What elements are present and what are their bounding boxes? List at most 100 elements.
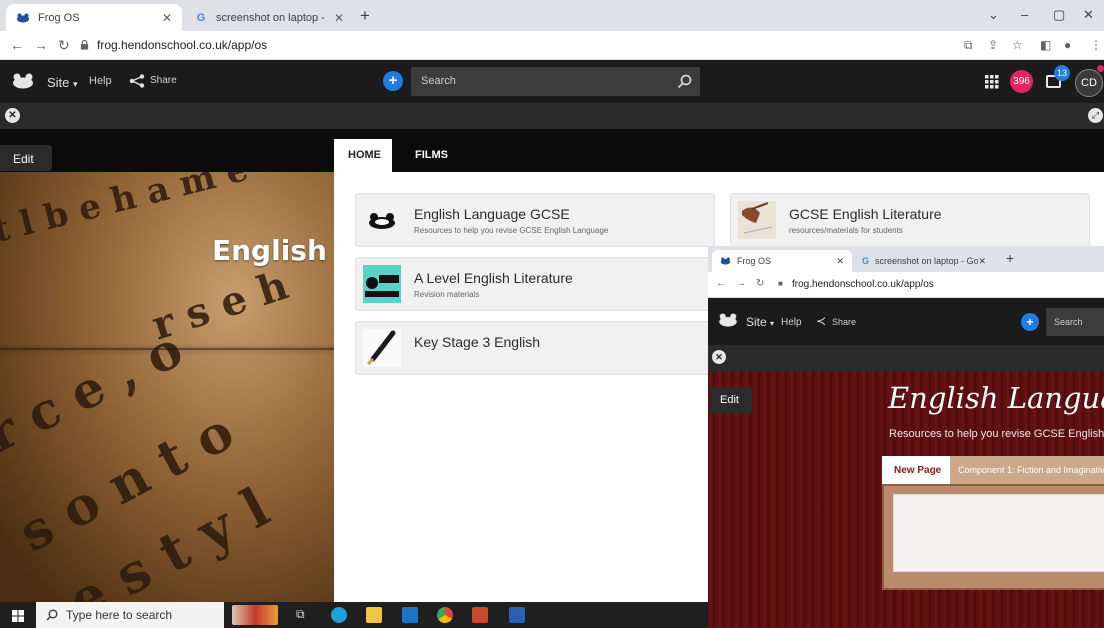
- messages-badge[interactable]: 13: [1054, 65, 1070, 81]
- card-title: Key Stage 3 English: [414, 334, 541, 350]
- install-app-icon[interactable]: ⧉: [964, 38, 973, 53]
- card-subtitle: resources/materials for students: [789, 226, 903, 235]
- site-menu[interactable]: Site ▾: [47, 75, 78, 90]
- overlay-toolbar: ← → ↻ ■ frog.hendonschool.co.uk/app/os: [708, 272, 1104, 298]
- taskbar-search-highlight-icon[interactable]: [232, 605, 278, 625]
- browser-toolbar: ← → ↻ frog.hendonschool.co.uk/app/os ⧉ ⇪…: [0, 31, 1104, 60]
- reload-icon[interactable]: ↻: [756, 278, 764, 289]
- frog-logo-icon[interactable]: [718, 313, 738, 327]
- frog-search-box[interactable]: [411, 67, 700, 96]
- side-panel-icon[interactable]: ◧: [1040, 38, 1051, 52]
- close-icon[interactable]: ✕: [712, 350, 726, 364]
- site-menu-label: Site: [47, 75, 70, 90]
- file-explorer-icon[interactable]: [366, 607, 382, 623]
- site-menu-label: Site: [746, 315, 767, 329]
- overlay-tab-frog-os[interactable]: Frog OS ✕: [712, 250, 852, 272]
- notifications-badge[interactable]: 396: [1010, 70, 1033, 93]
- overlay-tab-google[interactable]: G screenshot on laptop - Google ✕: [854, 250, 994, 272]
- windows-start-icon[interactable]: [12, 610, 24, 622]
- overlay-help-link[interactable]: Help: [781, 317, 802, 328]
- share-icon[interactable]: [129, 74, 145, 88]
- frog-favicon-icon: [720, 257, 731, 265]
- tab-home[interactable]: HOME: [334, 139, 392, 172]
- card-a-level-english-literature[interactable]: A Level English Literature Revision mate…: [355, 257, 715, 311]
- screen: Frog OS ✕ G screenshot on laptop - Googl…: [0, 0, 1104, 628]
- overlay-share-link[interactable]: Share: [832, 317, 856, 327]
- close-window-button[interactable]: ✕: [1083, 7, 1094, 23]
- chrome-icon[interactable]: [437, 607, 453, 623]
- overlay-tab-label: screenshot on laptop - Google: [875, 256, 979, 266]
- back-arrow-icon[interactable]: ←: [716, 278, 726, 289]
- taskbar-search-input[interactable]: [66, 608, 216, 622]
- close-tab-icon[interactable]: ✕: [162, 11, 172, 25]
- chevron-down-icon: ▾: [73, 79, 78, 89]
- card-gcse-english-literature[interactable]: GCSE English Literature resources/materi…: [730, 193, 1090, 247]
- card-title: GCSE English Literature: [789, 206, 942, 222]
- edit-button[interactable]: Edit: [0, 145, 52, 171]
- menu-dots-icon[interactable]: ⋮: [1090, 38, 1102, 52]
- apps-grid-icon[interactable]: [985, 75, 999, 89]
- maximize-button[interactable]: ▢: [1053, 7, 1065, 23]
- search-icon: [46, 609, 58, 621]
- overlay-search-placeholder: Search: [1054, 317, 1083, 327]
- card-subtitle: Resources to help you revise GCSE Englis…: [414, 226, 609, 235]
- browser-tab-frog-os[interactable]: Frog OS ✕: [6, 4, 182, 31]
- expand-icon[interactable]: ⤢: [1088, 108, 1103, 123]
- forward-arrow-icon[interactable]: →: [34, 37, 48, 53]
- reload-icon[interactable]: ↻: [58, 37, 70, 54]
- avatar-status-dot: [1097, 65, 1104, 72]
- profile-icon[interactable]: ●: [1064, 38, 1071, 52]
- taskbar-search[interactable]: [36, 602, 224, 628]
- tab-search-chevron-icon[interactable]: ⌄: [988, 7, 999, 23]
- forward-arrow-icon[interactable]: →: [736, 278, 746, 289]
- tab-films[interactable]: FILMS: [401, 139, 459, 172]
- powerpoint-icon[interactable]: [472, 607, 488, 623]
- tab-component-1[interactable]: Component 1: Fiction and Imaginative: [958, 465, 1104, 475]
- new-tab-button[interactable]: +: [360, 6, 370, 26]
- address-bar[interactable]: frog.hendonschool.co.uk/app/os: [80, 34, 950, 56]
- close-tab-icon[interactable]: ✕: [334, 11, 344, 25]
- lock-icon: [80, 40, 89, 50]
- close-tab-icon[interactable]: ✕: [978, 256, 986, 267]
- bookmark-star-icon[interactable]: ☆: [1012, 38, 1023, 52]
- hero-title: English: [212, 234, 327, 267]
- edge-icon[interactable]: [331, 607, 347, 623]
- overlay-page: Edit English Language GCS Resources to h…: [708, 371, 1104, 628]
- card-english-language-gcse[interactable]: English Language GCSE Resources to help …: [355, 193, 715, 247]
- share-icon[interactable]: ≺: [816, 314, 826, 328]
- add-button[interactable]: +: [1021, 313, 1039, 331]
- overlay-site-menu[interactable]: Site ▾: [746, 315, 774, 329]
- overlay-search-box[interactable]: Search: [1046, 308, 1104, 336]
- overlay-browser-window: Frog OS ✕ G screenshot on laptop - Googl…: [708, 246, 1104, 628]
- frog-search-input[interactable]: [421, 75, 661, 87]
- lock-icon: ■: [778, 279, 783, 288]
- close-tab-icon[interactable]: ✕: [836, 256, 844, 267]
- share-page-icon[interactable]: ⇪: [988, 38, 998, 52]
- minimize-button[interactable]: –: [1021, 7, 1028, 22]
- overlay-content-panel: [882, 484, 1104, 590]
- new-tab-button[interactable]: +: [1006, 250, 1014, 266]
- overlay-url-text[interactable]: frog.hendonschool.co.uk/app/os: [792, 279, 934, 290]
- frog-logo-icon[interactable]: [12, 73, 34, 89]
- help-link[interactable]: Help: [89, 75, 112, 87]
- hero-divider: [0, 348, 334, 350]
- tab-new-page[interactable]: New Page: [882, 456, 950, 484]
- task-view-icon[interactable]: ⧉: [296, 607, 305, 622]
- search-icon[interactable]: [677, 74, 692, 89]
- overlay-edit-button[interactable]: Edit: [710, 387, 752, 413]
- share-link[interactable]: Share: [150, 75, 177, 86]
- word-icon[interactable]: [509, 607, 525, 623]
- page-tabs: HOME FILMS: [334, 139, 734, 172]
- back-arrow-icon[interactable]: ←: [10, 37, 24, 53]
- outlook-icon[interactable]: [402, 607, 418, 623]
- user-avatar[interactable]: CD: [1075, 69, 1103, 97]
- card-key-stage-3-english[interactable]: Key Stage 3 English: [355, 321, 715, 375]
- browser-tab-google[interactable]: G screenshot on laptop - Google S ✕: [184, 4, 354, 31]
- overlay-tabstrip: Frog OS ✕ G screenshot on laptop - Googl…: [708, 246, 1104, 272]
- add-button[interactable]: +: [383, 71, 403, 91]
- google-favicon-icon: G: [862, 256, 870, 266]
- close-icon[interactable]: ✕: [5, 108, 20, 123]
- card-title: A Level English Literature: [414, 270, 573, 286]
- card-title: English Language GCSE: [414, 206, 570, 222]
- browser-tabstrip: Frog OS ✕ G screenshot on laptop - Googl…: [0, 0, 1104, 31]
